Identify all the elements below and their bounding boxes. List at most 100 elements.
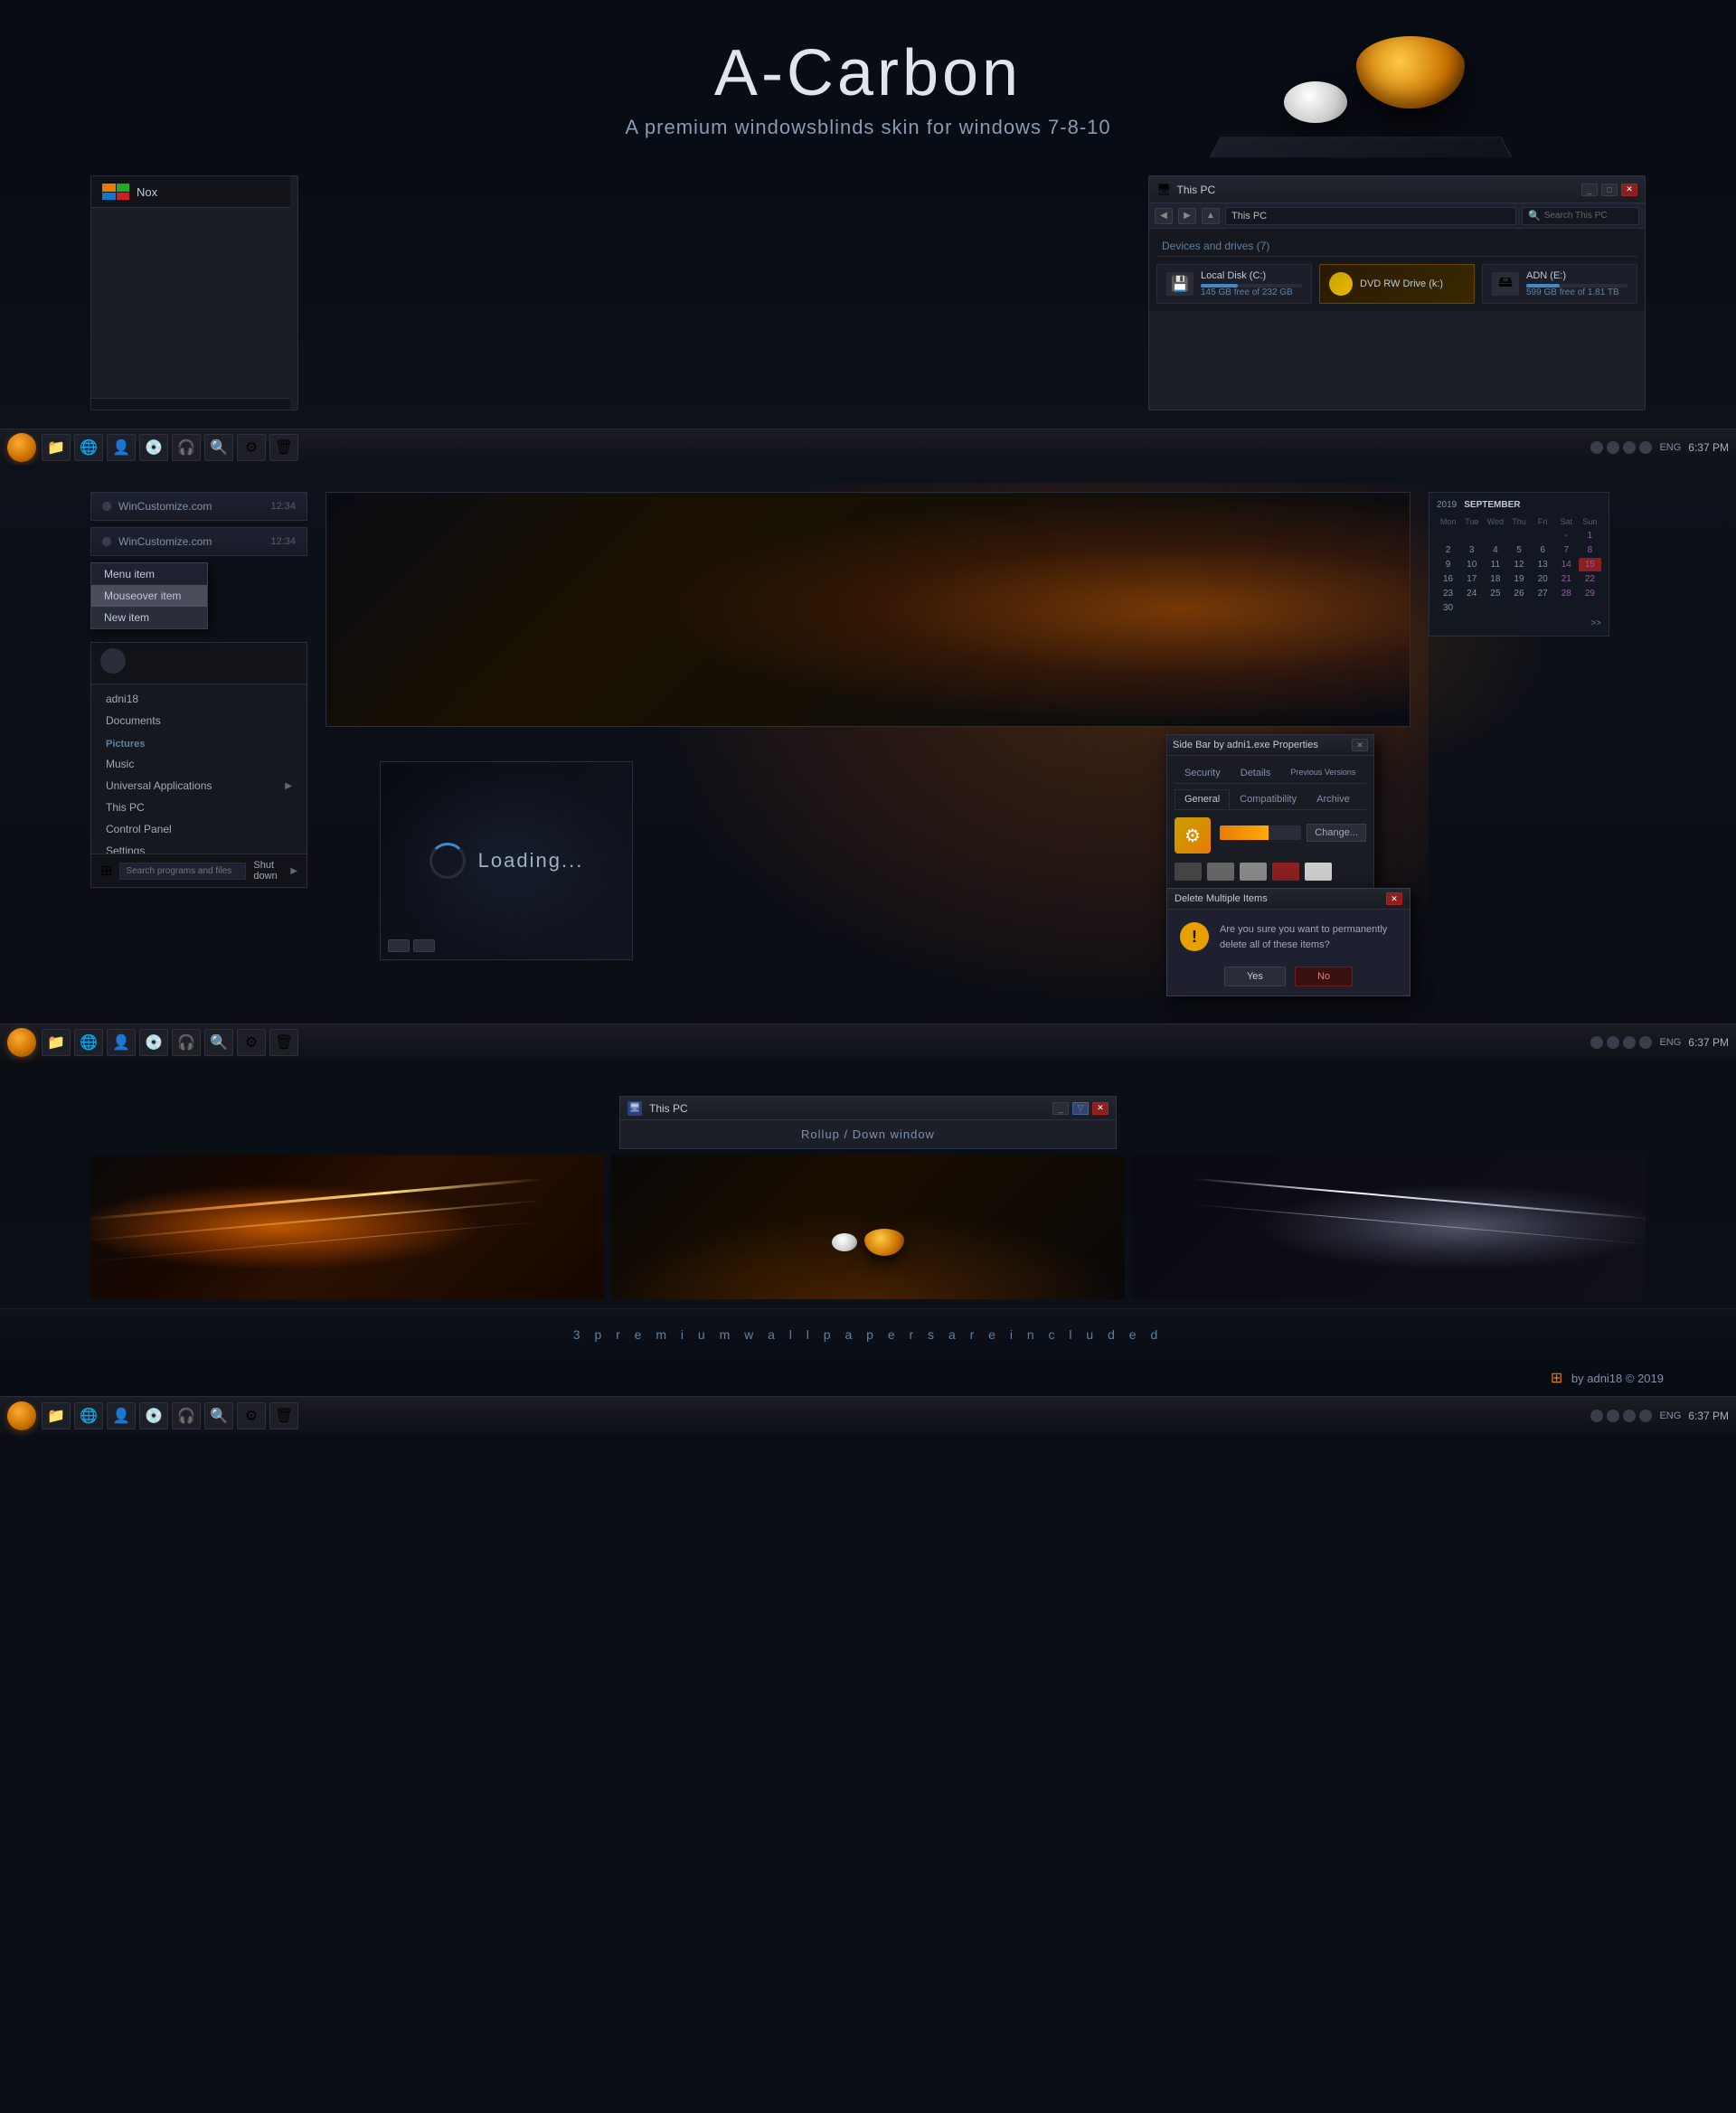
- pw-tab-prev-versions[interactable]: Previous Versions: [1280, 763, 1365, 783]
- cal-day-27[interactable]: 27: [1532, 587, 1554, 600]
- close-button[interactable]: ✕: [1621, 184, 1637, 196]
- taskbar-app-6[interactable]: 🔍: [204, 434, 233, 461]
- dd-close-button[interactable]: ✕: [1386, 892, 1402, 905]
- cal-day-23[interactable]: 23: [1437, 587, 1459, 600]
- forward-button[interactable]: ▶: [1178, 208, 1196, 224]
- cal-day-24[interactable]: 24: [1460, 587, 1483, 600]
- up-button[interactable]: ▲: [1202, 208, 1220, 224]
- cal-day-3[interactable]: 3: [1460, 543, 1483, 557]
- cal-day-7[interactable]: 7: [1555, 543, 1578, 557]
- start-menu-scrollbar[interactable]: [290, 176, 297, 410]
- cal-day-29[interactable]: 29: [1579, 587, 1601, 600]
- drive-item-c[interactable]: 💾 Local Disk (C:) 145 GB free of 232 GB: [1156, 264, 1312, 304]
- cal-day-2[interactable]: 2: [1437, 543, 1459, 557]
- taskbar-app-2-1[interactable]: 📁: [42, 1029, 71, 1056]
- cal-day-8[interactable]: 8: [1579, 543, 1601, 557]
- taskbar-app-2-6[interactable]: 🔍: [204, 1029, 233, 1056]
- pw-tab-archive[interactable]: Archive: [1307, 789, 1360, 809]
- address-bar[interactable]: This PC: [1225, 207, 1516, 225]
- taskbar-app-3[interactable]: 👤: [107, 434, 136, 461]
- cal-day-12[interactable]: 12: [1507, 558, 1530, 571]
- swatch-4[interactable]: [1272, 863, 1299, 881]
- dd-yes-button[interactable]: Yes: [1224, 967, 1286, 986]
- taskbar-app-3-7[interactable]: ⚙: [237, 1402, 266, 1429]
- cal-day-5[interactable]: 5: [1507, 543, 1530, 557]
- pw-tab-security[interactable]: Security: [1175, 763, 1231, 783]
- tpw2-minimize[interactable]: _: [1052, 1102, 1069, 1115]
- cal-day-1[interactable]: 1: [1579, 529, 1601, 542]
- taskbar-app-3-1[interactable]: 📁: [42, 1402, 71, 1429]
- back-button[interactable]: ◀: [1155, 208, 1173, 224]
- taskbar-app-1[interactable]: 📁: [42, 434, 71, 461]
- pw-tab-details[interactable]: Details: [1231, 763, 1281, 783]
- cal-day-18[interactable]: 18: [1484, 572, 1506, 586]
- cal-day-14[interactable]: 14: [1555, 558, 1578, 571]
- taskbar-app-3-2[interactable]: 🌐: [74, 1402, 103, 1429]
- cal-day-11[interactable]: 11: [1484, 558, 1506, 571]
- minimize-button[interactable]: _: [1581, 184, 1598, 196]
- cal-day-25[interactable]: 25: [1484, 587, 1506, 600]
- pw-close[interactable]: ✕: [1352, 739, 1368, 751]
- sm2-shutdown-button[interactable]: Shut down: [253, 860, 283, 882]
- cal-day-10[interactable]: 10: [1460, 558, 1483, 571]
- taskbar-app-2[interactable]: 🌐: [74, 434, 103, 461]
- cal-day-w1-sat[interactable]: -: [1555, 529, 1578, 542]
- start-button-3[interactable]: [7, 1401, 36, 1430]
- cal-day-26[interactable]: 26: [1507, 587, 1530, 600]
- taskbar-app-8[interactable]: 🗑: [269, 434, 298, 461]
- menu-item-2[interactable]: Mouseover item: [91, 585, 207, 607]
- cal-day-30[interactable]: 30: [1437, 601, 1459, 615]
- taskbar-app-2-5[interactable]: 🎧: [172, 1029, 201, 1056]
- swatch-3[interactable]: [1240, 863, 1267, 881]
- taskbar-app-3-4[interactable]: 💿: [139, 1402, 168, 1429]
- taskbar-app-2-8[interactable]: 🗑: [269, 1029, 298, 1056]
- sm2-item-documents[interactable]: Documents: [91, 710, 307, 731]
- sm2-item-universal-apps[interactable]: Universal Applications ▶: [91, 775, 307, 797]
- taskbar-app-4[interactable]: 💿: [139, 434, 168, 461]
- taskbar-app-3-6[interactable]: 🔍: [204, 1402, 233, 1429]
- cal-day-21[interactable]: 21: [1555, 572, 1578, 586]
- sm2-item-user[interactable]: adni18: [91, 688, 307, 710]
- loading-ctrl-2[interactable]: [413, 939, 435, 952]
- cal-day-15-today[interactable]: 15: [1579, 558, 1601, 571]
- cal-day-28[interactable]: 28: [1555, 587, 1578, 600]
- pw-change-button[interactable]: Change...: [1307, 824, 1366, 842]
- cal-day-19[interactable]: 19: [1507, 572, 1530, 586]
- sm2-item-control-panel[interactable]: Control Panel: [91, 818, 307, 840]
- taskbar-app-2-4[interactable]: 💿: [139, 1029, 168, 1056]
- swatch-2[interactable]: [1207, 863, 1234, 881]
- cal-day-22[interactable]: 22: [1579, 572, 1601, 586]
- taskbar-app-7[interactable]: ⚙: [237, 434, 266, 461]
- taskbar-app-3-8[interactable]: 🗑: [269, 1402, 298, 1429]
- swatch-5[interactable]: [1305, 863, 1332, 881]
- tpw2-close[interactable]: ✕: [1092, 1102, 1109, 1115]
- menu-item-1[interactable]: Menu item: [91, 563, 207, 585]
- drive-item-dvd[interactable]: DVD RW Drive (k:): [1319, 264, 1475, 304]
- cal-day-6[interactable]: 6: [1532, 543, 1554, 557]
- taskbar-app-5[interactable]: 🎧: [172, 434, 201, 461]
- tpw2-rolldown[interactable]: ▽: [1072, 1102, 1089, 1115]
- swatch-1[interactable]: [1175, 863, 1202, 881]
- cal-day-16[interactable]: 16: [1437, 572, 1459, 586]
- pw-tab-general[interactable]: General: [1175, 789, 1230, 809]
- taskbar-app-2-2[interactable]: 🌐: [74, 1029, 103, 1056]
- taskbar-app-3-3[interactable]: 👤: [107, 1402, 136, 1429]
- pw-tab-compat[interactable]: Compatibility: [1230, 789, 1307, 809]
- cal-day-17[interactable]: 17: [1460, 572, 1483, 586]
- cal-day-13[interactable]: 13: [1532, 558, 1554, 571]
- sm2-item-this-pc[interactable]: This PC: [91, 797, 307, 818]
- start-button-1[interactable]: [7, 433, 36, 462]
- maximize-button[interactable]: □: [1601, 184, 1618, 196]
- cal-day-9[interactable]: 9: [1437, 558, 1459, 571]
- search-bar[interactable]: 🔍 Search This PC: [1522, 207, 1639, 225]
- start-button-2[interactable]: [7, 1028, 36, 1057]
- cal-day-20[interactable]: 20: [1532, 572, 1554, 586]
- cal-day-4[interactable]: 4: [1484, 543, 1506, 557]
- loading-ctrl-1[interactable]: [388, 939, 410, 952]
- taskbar-app-3-5[interactable]: 🎧: [172, 1402, 201, 1429]
- sm2-search-input[interactable]: [119, 863, 246, 880]
- menu-item-3[interactable]: New item: [91, 607, 207, 628]
- taskbar-app-2-7[interactable]: ⚙: [237, 1029, 266, 1056]
- drive-item-e[interactable]: 🖴 ADN (E:) 599 GB free of 1.81 TB: [1482, 264, 1637, 304]
- cal-more-button[interactable]: >>: [1437, 618, 1601, 628]
